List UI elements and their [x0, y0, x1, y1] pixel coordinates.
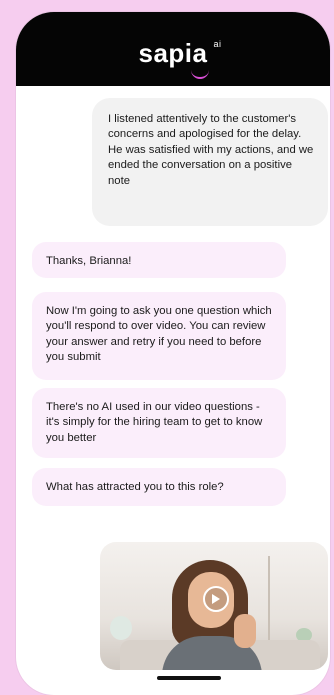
home-indicator[interactable]	[157, 676, 221, 680]
logo-smile-icon	[190, 68, 209, 79]
bot-message: What has attracted you to this role?	[32, 468, 286, 506]
bot-message: Now I'm going to ask you one question wh…	[32, 292, 286, 380]
app-header: sapia ai	[16, 12, 330, 86]
video-thumbnail[interactable]	[100, 542, 328, 670]
background-lamp	[110, 616, 132, 640]
person-hand	[234, 614, 256, 648]
user-message: I listened attentively to the customer's…	[92, 98, 328, 226]
bot-message: Thanks, Brianna!	[32, 242, 286, 278]
play-icon[interactable]	[203, 586, 229, 612]
bot-message: There's no AI used in our video question…	[32, 388, 286, 458]
brand-name: sapia	[138, 37, 208, 68]
brand-suffix: ai	[213, 38, 222, 49]
sapia-logo: sapia ai	[138, 37, 221, 79]
phone-screen: sapia ai I listened attentively to the c…	[16, 12, 330, 695]
background-shelf	[268, 556, 322, 646]
